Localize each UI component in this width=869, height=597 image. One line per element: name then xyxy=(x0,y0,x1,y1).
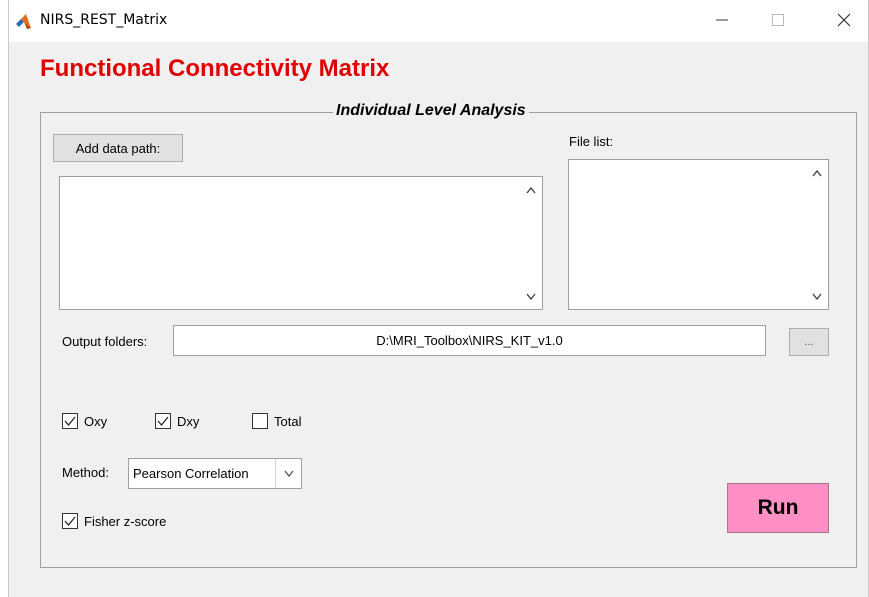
checkmark-icon xyxy=(64,416,76,427)
method-label: Method: xyxy=(62,465,109,480)
scroll-up-icon[interactable] xyxy=(524,183,538,197)
checkbox-box[interactable] xyxy=(62,413,78,429)
maximize-button[interactable] xyxy=(755,0,801,42)
file-listbox[interactable] xyxy=(568,159,829,310)
fisher-z-checkbox[interactable]: Fisher z-score xyxy=(62,513,166,529)
oxy-checkbox[interactable]: Oxy xyxy=(62,413,107,429)
minimize-icon xyxy=(716,14,728,29)
scroll-up-icon[interactable] xyxy=(810,166,824,180)
checkbox-box[interactable] xyxy=(252,413,268,429)
method-dropdown[interactable]: Pearson Correlation xyxy=(128,458,302,489)
file-list-label: File list: xyxy=(569,134,614,149)
data-path-listbox[interactable] xyxy=(59,176,543,310)
title-bar: NIRS_REST_Matrix xyxy=(9,0,868,42)
close-button[interactable] xyxy=(821,0,867,42)
fisher-z-label: Fisher z-score xyxy=(84,513,167,529)
method-value: Pearson Correlation xyxy=(133,466,249,481)
total-label: Total xyxy=(274,413,302,429)
matlab-icon xyxy=(15,13,32,30)
chevron-down-icon[interactable] xyxy=(275,459,301,488)
minimize-button[interactable] xyxy=(699,0,745,42)
add-data-path-button[interactable]: Add data path: xyxy=(53,134,183,162)
output-folder-field[interactable]: D:\MRI_Toolbox\NIRS_KIT_v1.0 xyxy=(173,325,766,356)
page-title: Functional Connectivity Matrix xyxy=(40,55,390,82)
checkbox-box[interactable] xyxy=(62,513,78,529)
output-folders-label: Output folders: xyxy=(62,334,148,349)
browse-button[interactable]: ... xyxy=(789,328,829,356)
panel-title: Individual Level Analysis xyxy=(333,102,529,120)
run-button[interactable]: Run xyxy=(727,483,829,533)
checkmark-icon xyxy=(157,416,169,427)
window-title: NIRS_REST_Matrix xyxy=(40,12,168,28)
scroll-down-icon[interactable] xyxy=(524,289,538,303)
oxy-label: Oxy xyxy=(84,413,108,429)
total-checkbox[interactable]: Total xyxy=(252,413,301,429)
scroll-down-icon[interactable] xyxy=(810,289,824,303)
dxy-checkbox[interactable]: Dxy xyxy=(155,413,199,429)
maximize-icon xyxy=(772,13,784,29)
dxy-label: Dxy xyxy=(177,413,200,429)
close-icon xyxy=(837,13,851,30)
checkmark-icon xyxy=(64,516,76,527)
checkbox-box[interactable] xyxy=(155,413,171,429)
